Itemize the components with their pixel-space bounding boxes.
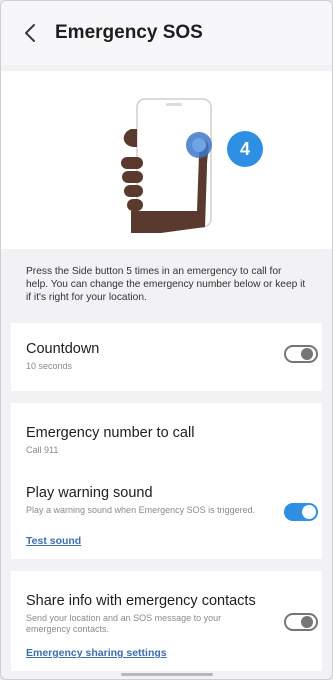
share-info-toggle[interactable] [284, 613, 318, 631]
countdown-toggle[interactable] [284, 345, 318, 363]
description-text: Press the Side button 5 times in an emer… [26, 266, 306, 303]
screen: Emergency SOS 4 Press the Side button 5 … [0, 0, 333, 680]
toggle-knob [302, 505, 316, 519]
share-info-subtitle: Send your location and an SOS message to… [26, 613, 222, 634]
chevron-left-icon [25, 24, 35, 42]
countdown-title: Countdown [26, 341, 100, 357]
toggle-knob [301, 348, 313, 360]
emergency-number-row[interactable]: Emergency number to call Call 911 [11, 403, 322, 467]
emergency-sharing-settings-link[interactable]: Emergency sharing settings [26, 647, 167, 659]
countdown-subtitle: 10 seconds [26, 361, 73, 371]
app-bar: Emergency SOS [1, 1, 332, 65]
page-title: Emergency SOS [55, 22, 203, 43]
step-count-badge: 4 [227, 131, 263, 167]
back-button[interactable] [21, 21, 41, 45]
test-sound-link[interactable]: Test sound [26, 535, 81, 547]
share-info-title: Share info with emergency contacts [26, 593, 256, 609]
hand-phone-illustration [121, 98, 212, 233]
emergency-settings-card: Emergency number to call Call 911 Play w… [11, 403, 322, 559]
warning-sound-toggle[interactable] [284, 503, 318, 521]
emergency-number-subtitle: Call 911 [26, 445, 59, 455]
warning-sound-subtitle: Play a warning sound when Emergency SOS … [26, 505, 256, 515]
share-info-card[interactable]: Share info with emergency contacts Send … [11, 571, 322, 671]
home-indicator [121, 673, 213, 676]
countdown-card[interactable]: Countdown 10 seconds [11, 323, 322, 391]
warning-sound-row[interactable]: Play warning sound Play a warning sound … [11, 467, 322, 557]
warning-sound-title: Play warning sound [26, 485, 153, 501]
emergency-number-title: Emergency number to call [26, 425, 195, 441]
sos-illustration: 4 [1, 71, 332, 249]
toggle-knob [301, 616, 313, 628]
